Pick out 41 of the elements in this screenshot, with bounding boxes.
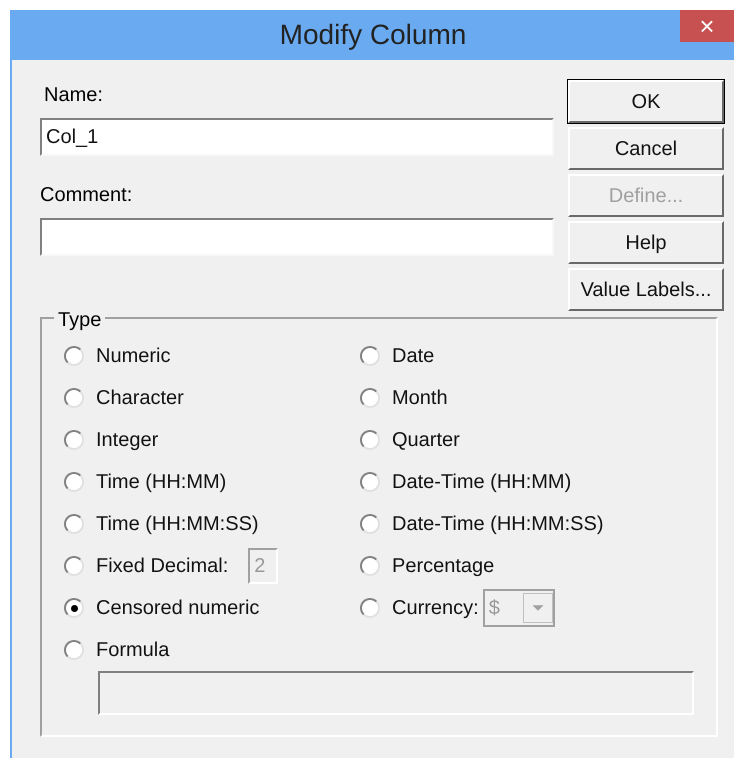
radio-button[interactable] — [64, 388, 84, 408]
radio-button[interactable] — [360, 388, 380, 408]
radio-button[interactable] — [360, 430, 380, 450]
radio-button[interactable] — [64, 514, 84, 534]
dialog-button[interactable]: Help — [568, 221, 724, 264]
option-label: Numeric — [96, 344, 170, 369]
dialog-button[interactable]: OK — [568, 80, 724, 123]
caret-icon — [522, 593, 553, 623]
option-label: Month — [392, 386, 448, 411]
option-label: Date — [392, 344, 434, 369]
dialog-button[interactable]: Cancel — [568, 127, 724, 170]
name-label: Name: — [44, 83, 104, 108]
option-label: Date-Time (HH:MM:SS) — [392, 512, 604, 537]
radio-button[interactable] — [64, 472, 84, 492]
comment-field[interactable] — [40, 218, 554, 256]
radio-button[interactable] — [64, 346, 84, 366]
option-label: Integer — [96, 428, 158, 453]
radio-button[interactable] — [360, 556, 380, 576]
radio-button[interactable] — [64, 598, 84, 618]
option-label: Date-Time (HH:MM) — [392, 470, 572, 495]
radio-button[interactable] — [360, 472, 380, 492]
radio-button[interactable] — [360, 346, 380, 366]
radio-button[interactable] — [360, 598, 380, 618]
close-button[interactable]: × — [680, 10, 734, 42]
comment-label: Comment: — [40, 183, 134, 208]
window-title: Modify Column — [280, 18, 466, 52]
radio-button[interactable] — [64, 430, 84, 450]
option-label: Character — [96, 386, 184, 411]
option-label: Fixed Decimal: — [96, 554, 228, 579]
radio-button[interactable] — [360, 514, 380, 534]
option-label: Time (HH:MM) — [96, 470, 226, 495]
option-label: Percentage — [392, 554, 494, 579]
option-label: Currency: — [392, 596, 479, 621]
dialog-button[interactable]: Value Labels... — [568, 268, 724, 311]
option-label: Censored numeric — [96, 596, 260, 621]
option-label: Quarter — [392, 428, 460, 453]
option-label: Time (HH:MM:SS) — [96, 512, 259, 537]
option-label: Formula — [96, 638, 170, 663]
radio-button[interactable] — [64, 640, 84, 660]
radio-button[interactable] — [64, 556, 84, 576]
name-field[interactable]: Col_1 — [40, 118, 554, 156]
